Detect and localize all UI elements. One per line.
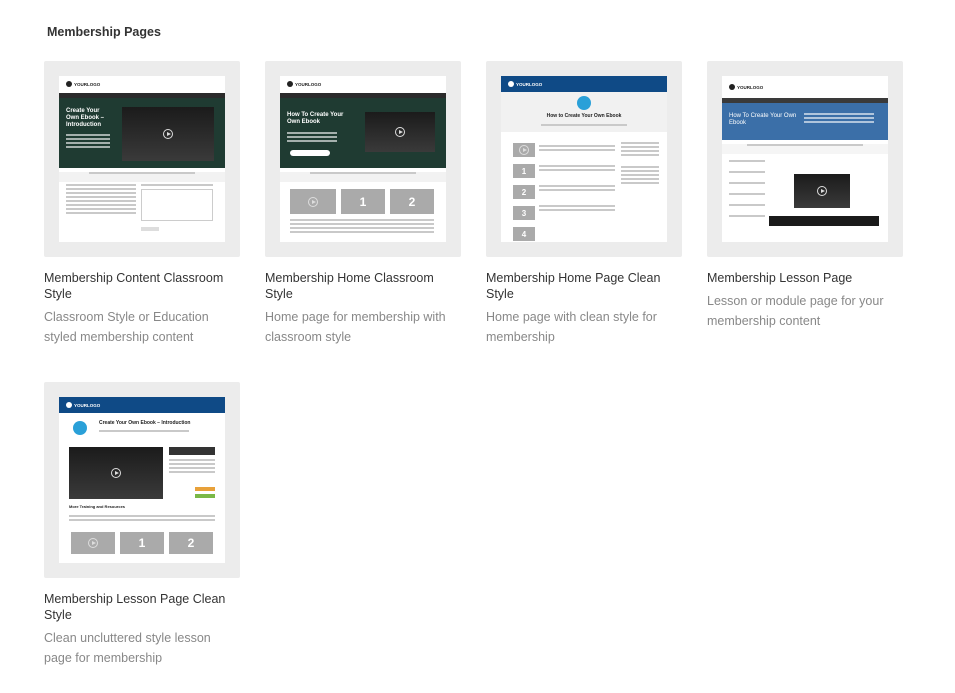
thumbnail-preview: YOURLOGO Create Your Own Ebook – Introdu… — [59, 397, 225, 563]
video-player — [794, 174, 850, 208]
lightbulb-icon — [73, 421, 87, 435]
template-card-home-clean[interactable]: YOURLOGO How to Create Your Own Ebook 1 … — [486, 61, 682, 347]
card-description: Home page for membership with classroom … — [265, 310, 446, 344]
section-title: Membership Pages — [47, 25, 161, 39]
card-description: Home page with clean style for membershi… — [486, 310, 657, 344]
template-card-content-classroom[interactable]: YOURLOGO Create Your Own Ebook – Introdu… — [44, 61, 240, 347]
video-player — [122, 107, 214, 161]
logo-icon: YOURLOGO — [508, 81, 542, 87]
card-title[interactable]: Membership Home Classroom Style — [265, 270, 461, 302]
template-card-lesson-clean[interactable]: YOURLOGO Create Your Own Ebook – Introdu… — [44, 382, 240, 668]
template-thumbnail[interactable]: YOURLOGO How to Create Your Own Ebook 1 … — [486, 61, 682, 257]
card-title[interactable]: Membership Lesson Page — [707, 270, 903, 286]
card-description: Classroom Style or Education styled memb… — [44, 310, 209, 344]
video-player — [69, 447, 163, 499]
card-description: Clean uncluttered style lesson page for … — [44, 631, 211, 665]
template-card-home-classroom[interactable]: YOURLOGO How To Create Your Own Ebook 1 … — [265, 61, 461, 347]
thumbnail-preview: YOURLOGO How To Create Your Own Ebook 1 … — [280, 76, 446, 242]
thumbnail-preview: YOURLOGO Create Your Own Ebook – Introdu… — [59, 76, 225, 242]
template-thumbnail[interactable]: YOURLOGO How To Create Your Own Ebook — [707, 61, 903, 257]
template-thumbnail[interactable]: YOURLOGO Create Your Own Ebook – Introdu… — [44, 61, 240, 257]
video-player — [365, 112, 435, 152]
logo-icon: YOURLOGO — [66, 402, 100, 408]
play-icon — [308, 196, 318, 207]
card-title[interactable]: Membership Home Page Clean Style — [486, 270, 682, 302]
template-thumbnail[interactable]: YOURLOGO How To Create Your Own Ebook 1 … — [265, 61, 461, 257]
card-title[interactable]: Membership Content Classroom Style — [44, 270, 240, 302]
play-icon — [817, 186, 827, 196]
logo-icon: YOURLOGO — [287, 81, 321, 87]
thumbnail-preview: YOURLOGO How to Create Your Own Ebook 1 … — [501, 76, 667, 242]
play-icon — [395, 127, 405, 137]
play-icon — [519, 145, 529, 155]
thumbnail-preview: YOURLOGO How To Create Your Own Ebook — [722, 76, 888, 242]
play-icon — [111, 468, 121, 478]
template-thumbnail[interactable]: YOURLOGO Create Your Own Ebook – Introdu… — [44, 382, 240, 578]
template-card-lesson-page[interactable]: YOURLOGO How To Create Your Own Ebook Me… — [707, 61, 903, 331]
card-title[interactable]: Membership Lesson Page Clean Style — [44, 591, 240, 623]
play-icon — [163, 129, 173, 139]
play-icon — [88, 538, 98, 548]
logo-icon: YOURLOGO — [66, 81, 100, 87]
logo-icon: YOURLOGO — [729, 84, 763, 90]
lightbulb-icon — [577, 96, 591, 110]
card-description: Lesson or module page for your membershi… — [707, 294, 884, 328]
